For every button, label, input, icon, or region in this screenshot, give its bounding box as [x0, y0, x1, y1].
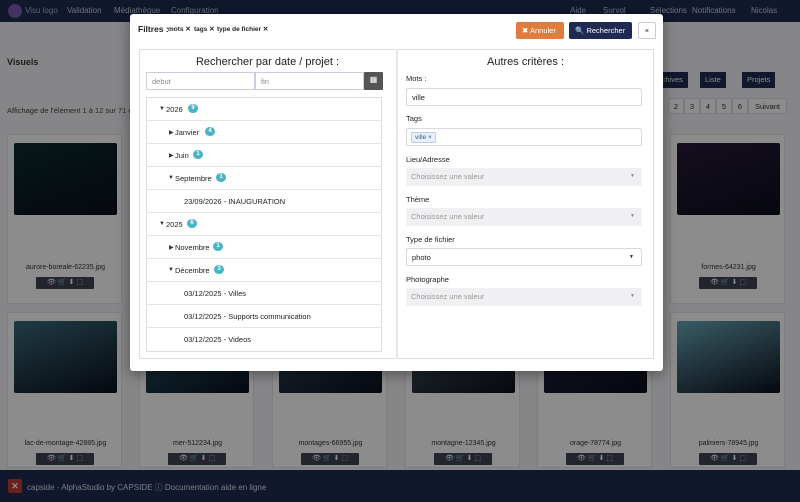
- date-panel-title: Rechercher par date / projet :: [195, 56, 340, 68]
- criteria-panel-title: Autres critères :: [486, 56, 565, 68]
- chevron-down-icon: ▼: [630, 293, 635, 299]
- tags-label: Tags: [406, 114, 422, 123]
- filters-label: Filtres :: [138, 24, 169, 34]
- other-criteria-panel: Autres critères : Mots : ville Tags vill…: [396, 49, 654, 359]
- count-badge: 9: [188, 104, 198, 113]
- type-select[interactable]: photo ▼: [406, 248, 642, 266]
- caret-right-icon: ▶: [169, 130, 174, 136]
- tree-year-2025[interactable]: ▼ 2025 6: [147, 213, 381, 236]
- tag-chip-ville[interactable]: ville ×: [411, 132, 436, 143]
- count-badge: 3: [214, 265, 224, 274]
- chevron-down-icon: ▼: [630, 173, 635, 179]
- tree-month-juin[interactable]: ▶ Juin 1: [147, 144, 381, 167]
- filter-chip-mots[interactable]: mots ✕: [168, 25, 191, 33]
- tree-month-janvier[interactable]: ▶ Janvier 4: [147, 121, 381, 144]
- tree-month-novembre[interactable]: ▶ Novembre 1: [147, 236, 381, 259]
- lieu-label: Lieu/Adresse: [406, 155, 450, 164]
- theme-label: Thème: [406, 195, 430, 204]
- search-button[interactable]: 🔍 Rechercher: [569, 22, 632, 39]
- caret-down-icon: ▼: [159, 106, 165, 112]
- filter-chip-type[interactable]: type de fichier ✕: [217, 25, 268, 33]
- count-badge: 4: [205, 127, 215, 136]
- tree-year-2026[interactable]: ▼ 2026 9: [147, 98, 381, 121]
- tree-project-villes[interactable]: 03/12/2025 - Villes: [147, 282, 381, 305]
- close-button[interactable]: ×: [638, 22, 656, 39]
- chevron-down-icon: ▼: [629, 254, 634, 260]
- tree-project-inauguration[interactable]: 23/09/2026 - INAUGURATION: [147, 190, 381, 213]
- count-badge: 6: [187, 219, 197, 228]
- tree-month-decembre[interactable]: ▼ Décembre 3: [147, 259, 381, 282]
- tree-project-supports[interactable]: 03/12/2025 - Supports communication: [147, 305, 381, 328]
- date-tree: ▼ 2026 9 ▶ Janvier 4 ▶ Juin 1 ▼ Septembr…: [146, 97, 382, 352]
- tree-project-videos[interactable]: 03/12/2025 - Videos: [147, 328, 381, 351]
- type-label: Type de fichier: [406, 235, 455, 244]
- caret-right-icon: ▶: [169, 245, 174, 251]
- start-date-input[interactable]: debut: [146, 72, 255, 90]
- search-icon: 🔍: [575, 26, 585, 35]
- lieu-select[interactable]: Choisissez une valeur ▼: [406, 168, 642, 186]
- count-badge: 1: [213, 242, 223, 251]
- date-project-panel: Rechercher par date / projet : debut fin…: [139, 49, 395, 359]
- count-badge: 1: [216, 173, 226, 182]
- photographe-select[interactable]: Choisissez une valeur ▼: [406, 288, 642, 306]
- calendar-icon[interactable]: ▦: [364, 72, 383, 90]
- mots-input[interactable]: ville: [406, 88, 642, 106]
- filter-chip-tags[interactable]: tags ✕: [194, 25, 215, 33]
- end-date-input[interactable]: fin: [255, 72, 364, 90]
- count-badge: 1: [193, 150, 203, 159]
- photographe-label: Photographe: [406, 275, 449, 284]
- theme-select[interactable]: Choisissez une valeur ▼: [406, 208, 642, 226]
- mots-label: Mots :: [406, 74, 427, 83]
- cancel-button[interactable]: ✖ Annuler: [516, 22, 564, 39]
- tags-input[interactable]: ville ×: [406, 128, 642, 146]
- caret-right-icon: ▶: [169, 153, 174, 159]
- tree-month-septembre[interactable]: ▼ Septembre 1: [147, 167, 381, 190]
- caret-down-icon: ▼: [168, 175, 174, 181]
- search-modal: Filtres : mots ✕ tags ✕ type de fichier …: [130, 14, 663, 371]
- caret-down-icon: ▼: [159, 221, 165, 227]
- caret-down-icon: ▼: [168, 267, 174, 273]
- chevron-down-icon: ▼: [630, 213, 635, 219]
